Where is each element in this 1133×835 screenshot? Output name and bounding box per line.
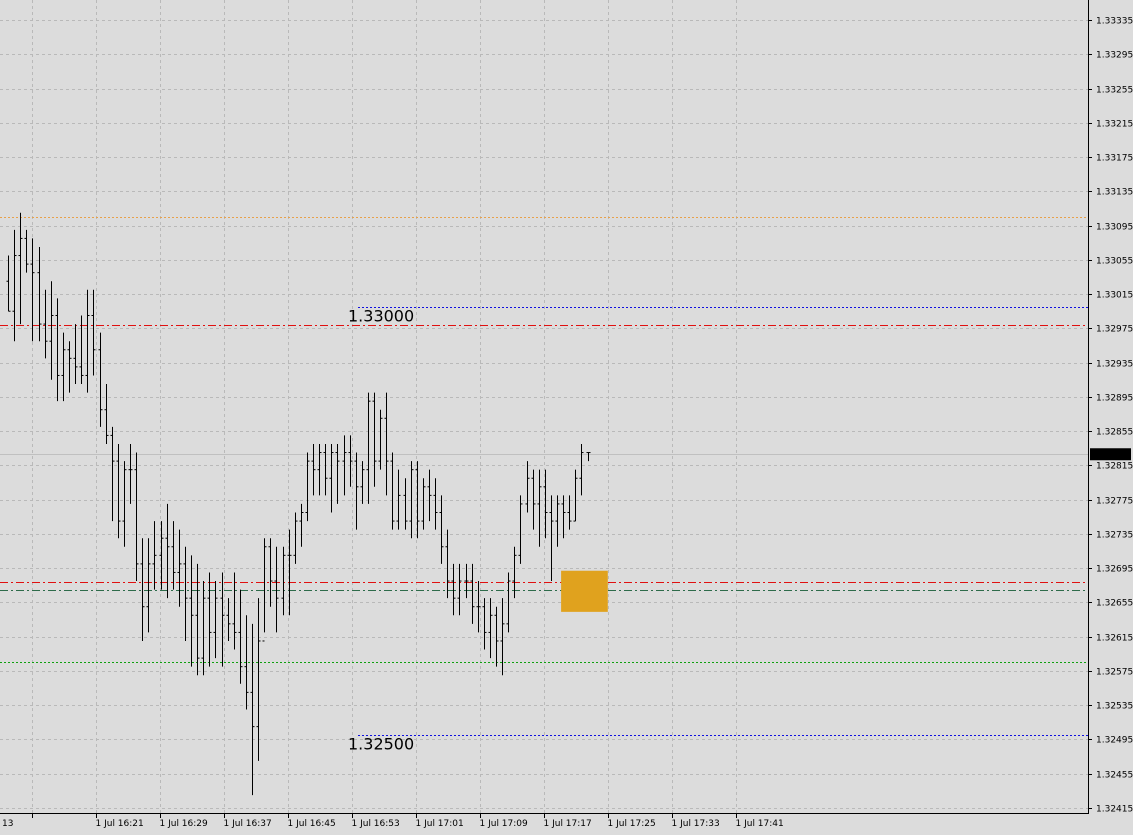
price-tick-label: 1.33335 [1096, 17, 1133, 27]
time-tick-label: 1 Jul 17:17 [544, 819, 592, 829]
price-tick-label: 1.32895 [1096, 394, 1133, 404]
price-tick-label: 1.33015 [1096, 291, 1133, 301]
price-tick-label: 1.33295 [1096, 51, 1133, 61]
price-tick-label: 1.33215 [1096, 120, 1133, 130]
time-tick-label: 1 Jul 17:41 [736, 819, 784, 829]
price-tick-label: 1.32615 [1096, 634, 1133, 644]
time-tick-label: 1 Jul 16:37 [224, 819, 272, 829]
time-tick-label: 1 Jul 16:29 [160, 819, 209, 829]
time-tick-label: 1 Jul 17:25 [608, 819, 656, 829]
price-tick-label: 1.32655 [1096, 599, 1133, 609]
price-tick-label: 1.32975 [1096, 325, 1133, 335]
time-tick-label: 1 Jul 16:53 [352, 819, 400, 829]
price-tick-label: 1.32535 [1096, 702, 1133, 712]
level-label: 1.32500 [348, 735, 414, 754]
time-tick-label: 1 Jul 16:45 [288, 819, 336, 829]
price-tick-label: 1.32815 [1096, 462, 1133, 472]
price-tick-label: 1.32575 [1096, 668, 1133, 678]
level-label: 1.33000 [348, 307, 414, 326]
time-tick-label: 1 Jul 17:09 [480, 819, 529, 829]
price-tick-label: 1.32855 [1096, 428, 1133, 438]
price-tick-label: 1.32935 [1096, 360, 1133, 370]
time-tick-label: 13 [2, 819, 13, 829]
price-tick-label: 1.32415 [1096, 805, 1133, 815]
price-tick-label: 1.33135 [1096, 188, 1133, 198]
price-tick-label: 1.32455 [1096, 771, 1133, 781]
highlight-zone-box [561, 570, 608, 612]
current-price-marker: 1.32828 [1090, 448, 1131, 461]
price-tick-label: 1.33255 [1096, 86, 1133, 96]
price-tick-label: 1.32695 [1096, 565, 1133, 575]
price-tick-label: 1.32495 [1096, 736, 1133, 746]
price-tick-label: 1.33055 [1096, 257, 1133, 267]
price-tick-label: 1.33095 [1096, 223, 1133, 233]
time-tick-label: 1 Jul 17:33 [672, 819, 720, 829]
price-tick-label: 1.32775 [1096, 497, 1133, 507]
price-chart[interactable]: 1.330001.32500 1.333351.332951.332551.33… [0, 0, 1133, 835]
price-tick-label: 1.32735 [1096, 531, 1133, 541]
time-axis[interactable]: 13 1 Jul 16:21 1 Jul 16:29 1 Jul 16:37 1 Jul… [0, 813, 1133, 835]
price-axis[interactable]: 1.33335 1.33295 1.33255 1.33215 1.33175 1.331… [1088, 0, 1133, 815]
price-tick-label: 1.33175 [1096, 154, 1133, 164]
highlight-zone [561, 570, 608, 612]
time-tick-label: 1 Jul 16:21 [96, 819, 144, 829]
current-price-label: 1.32828 [1094, 451, 1131, 461]
time-tick-label: 1 Jul 17:01 [416, 819, 464, 829]
